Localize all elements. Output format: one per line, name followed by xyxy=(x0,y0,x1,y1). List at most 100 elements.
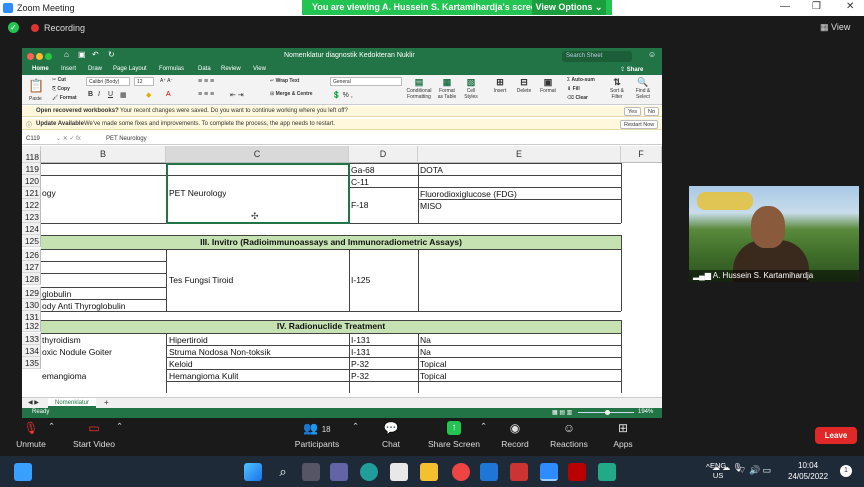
cell-e122[interactable]: MISO xyxy=(420,200,442,212)
column-header-f[interactable]: F xyxy=(621,146,662,163)
edge-icon[interactable] xyxy=(360,463,378,481)
apps-button[interactable]: ⊞ Apps xyxy=(610,421,636,449)
paste-label[interactable]: Paste xyxy=(29,96,42,102)
reactions-button[interactable]: ☺ Reactions xyxy=(548,421,590,449)
find-select-button[interactable]: 🔍 Find & Select xyxy=(632,77,654,100)
view-button[interactable]: ▦ View xyxy=(820,22,850,33)
cell-b132[interactable]: thyroidism xyxy=(42,334,81,346)
start-icon[interactable] xyxy=(244,463,262,481)
minimize-dot-icon[interactable] xyxy=(36,53,43,60)
sheet-tab-nomenklatur[interactable]: Nomenklatur xyxy=(48,398,96,408)
fill-color-icon[interactable]: ◆ xyxy=(146,91,151,99)
unmute-button[interactable]: 🎙︎ Unmute xyxy=(14,421,48,449)
row-header[interactable]: 121 xyxy=(22,187,41,199)
row-header[interactable]: 133 xyxy=(22,333,41,345)
align-left-icon[interactable]: ≡ ≡ ≡ xyxy=(198,91,214,98)
tab-review[interactable]: Review xyxy=(221,66,241,72)
wifi-volume-battery-icon[interactable]: ⌔ 🔊 ▭ xyxy=(738,465,771,476)
add-sheet-icon[interactable]: + xyxy=(104,398,109,407)
clear-button[interactable]: ⌫ Clear xyxy=(567,95,588,101)
name-box[interactable]: C119 xyxy=(26,136,40,142)
cell-b129[interactable]: ody Anti Thyroglobulin xyxy=(42,300,125,312)
zoom-taskbar-icon[interactable] xyxy=(540,463,558,481)
autosum-button[interactable]: Σ Auto-sum xyxy=(567,77,595,83)
borders-icon[interactable]: ▦ xyxy=(120,91,127,99)
align-top-icon[interactable]: ≡ ≡ ≡ xyxy=(198,78,214,85)
row-header[interactable]: 120 xyxy=(22,175,41,187)
encryption-shield-icon[interactable]: ✓ xyxy=(8,22,19,33)
cell-b119[interactable]: ogy xyxy=(42,187,56,199)
share-options-chevron-icon[interactable]: ⌃ xyxy=(480,421,487,432)
conditional-formatting-button[interactable]: ▤ Conditional Formatting xyxy=(406,77,432,100)
view-mode-icons[interactable]: ▦ ▤ ▥ xyxy=(552,409,572,416)
fill-button[interactable]: ⬇ Fill xyxy=(567,86,580,92)
format-as-table-button[interactable]: ▦ Format as Table xyxy=(436,77,458,100)
tab-data[interactable]: Data xyxy=(198,66,211,72)
row-header[interactable]: 132 xyxy=(22,320,41,332)
view-options-button[interactable]: View Options ⌄ xyxy=(532,0,606,15)
cell-d132[interactable]: I-131 xyxy=(351,334,370,346)
cell-e134[interactable]: Topical xyxy=(420,358,446,370)
close-dot-icon[interactable] xyxy=(27,53,34,60)
tab-home[interactable]: Home xyxy=(32,66,49,72)
photos-icon[interactable] xyxy=(598,463,616,481)
tab-insert[interactable]: Insert xyxy=(61,66,76,72)
row-header[interactable]: 129 xyxy=(22,287,41,299)
cell-d133[interactable]: I-131 xyxy=(351,346,370,358)
row-header[interactable]: 128 xyxy=(22,273,41,285)
store-icon[interactable] xyxy=(390,463,408,481)
cell-e119[interactable]: DOTA xyxy=(420,164,443,176)
audio-options-chevron-icon[interactable]: ⌃ xyxy=(48,421,55,432)
cell-e121[interactable]: Fluorodioxiglucose (FDG) xyxy=(420,188,517,200)
cell-b133[interactable]: oxic Nodule Goiter xyxy=(42,346,112,358)
yes-button[interactable]: Yes xyxy=(624,107,641,116)
restart-now-button[interactable]: Restart Now xyxy=(620,120,659,129)
cell-e132[interactable]: Na xyxy=(420,334,431,346)
row-header[interactable]: 124 xyxy=(22,223,41,235)
tab-formulas[interactable]: Formulas xyxy=(159,66,184,72)
cell-d121[interactable]: F-18 xyxy=(351,199,368,211)
tab-draw[interactable]: Draw xyxy=(88,66,102,72)
row-header[interactable]: 127 xyxy=(22,261,41,273)
italic-button[interactable]: I xyxy=(98,91,100,98)
record-button[interactable]: ◉ Record xyxy=(500,421,530,449)
cell-c127[interactable]: Tes Fungsi Tiroid xyxy=(169,274,233,286)
zoom-slider-thumb[interactable] xyxy=(605,410,610,415)
share-button[interactable]: ⇪ Share xyxy=(620,66,643,73)
maximize-icon[interactable]: ❐ xyxy=(812,1,821,12)
column-header-e[interactable]: E xyxy=(418,146,621,163)
zoom-dot-icon[interactable] xyxy=(45,53,52,60)
wrap-text-button[interactable]: ↵ Wrap Text xyxy=(270,78,299,84)
sort-filter-button[interactable]: ⇅ Sort & Filter xyxy=(606,77,628,100)
clock[interactable]: 10:04 24/05/2022 xyxy=(788,460,828,482)
language-indicator[interactable]: ENG US xyxy=(710,461,726,481)
participants-chevron-icon[interactable]: ⌃ xyxy=(352,421,359,432)
task-view-icon[interactable] xyxy=(302,463,320,481)
spreadsheet-grid[interactable]: B C D E F III. Invitro (Radioimmunoassay… xyxy=(22,146,662,397)
search-icon[interactable]: ⌕ xyxy=(274,463,292,481)
font-size-select[interactable]: 12 xyxy=(134,77,154,86)
cell-styles-button[interactable]: ▧ Cell Styles xyxy=(462,77,480,100)
vivaldi-icon[interactable] xyxy=(510,463,528,481)
row-header[interactable]: 118 xyxy=(22,151,41,163)
row-header[interactable]: 119 xyxy=(22,163,41,175)
paste-icon[interactable]: 📋 xyxy=(28,78,44,94)
row-header[interactable]: 126 xyxy=(22,249,41,261)
cell-d127[interactable]: I-125 xyxy=(351,274,370,286)
share-screen-button[interactable]: ↑ Share Screen xyxy=(428,421,480,449)
home-icon[interactable]: ⌂ xyxy=(64,50,69,59)
cell-d135[interactable]: P-32 xyxy=(351,370,369,382)
column-header-b[interactable]: B xyxy=(41,146,166,163)
no-button[interactable]: No xyxy=(644,107,660,116)
cell-c134[interactable]: Keloid xyxy=(169,358,193,370)
grow-font-icon[interactable]: A⁺ A⁻ xyxy=(160,78,173,84)
delete-cells-button[interactable]: ⊟ Delete xyxy=(514,77,534,94)
participants-button[interactable]: 👥 18 Participants xyxy=(294,421,340,449)
merge-centre-button[interactable]: ⊞ Merge & Centre xyxy=(270,91,313,97)
tab-page-layout[interactable]: Page Layout xyxy=(113,66,147,72)
section-header-invitro[interactable]: III. Invitro (Radioimmunoassays and Immu… xyxy=(41,236,621,249)
row-header[interactable]: 123 xyxy=(22,211,41,223)
column-header-c[interactable]: C xyxy=(166,146,349,163)
format-cells-button[interactable]: ▣ Format xyxy=(538,77,558,94)
format-painter-button[interactable]: 🖌 Format xyxy=(52,95,77,101)
